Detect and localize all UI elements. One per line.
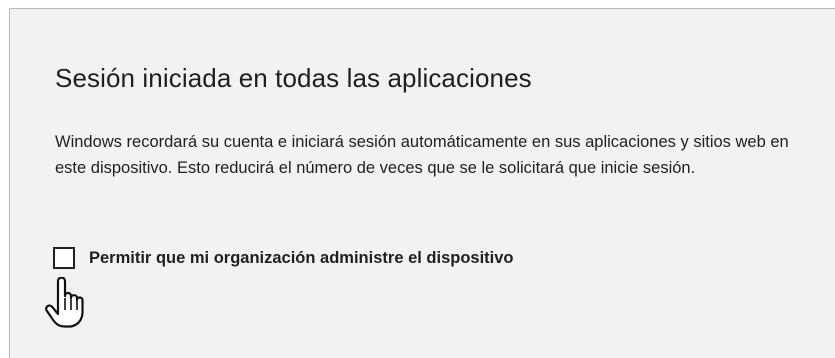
- manage-device-checkbox[interactable]: [53, 247, 75, 269]
- manage-device-checkbox-row[interactable]: Permitir que mi organización administre …: [53, 247, 514, 269]
- manage-device-checkbox-label[interactable]: Permitir que mi organización administre …: [89, 249, 514, 268]
- screen: Sesión iniciada en todas las aplicacione…: [0, 0, 835, 358]
- dialog-title: Sesión iniciada en todas las aplicacione…: [55, 63, 532, 93]
- signin-dialog: Sesión iniciada en todas las aplicacione…: [9, 8, 835, 358]
- dialog-description: Windows recordará su cuenta e iniciará s…: [55, 133, 789, 177]
- hand-pointer-icon: [45, 277, 84, 328]
